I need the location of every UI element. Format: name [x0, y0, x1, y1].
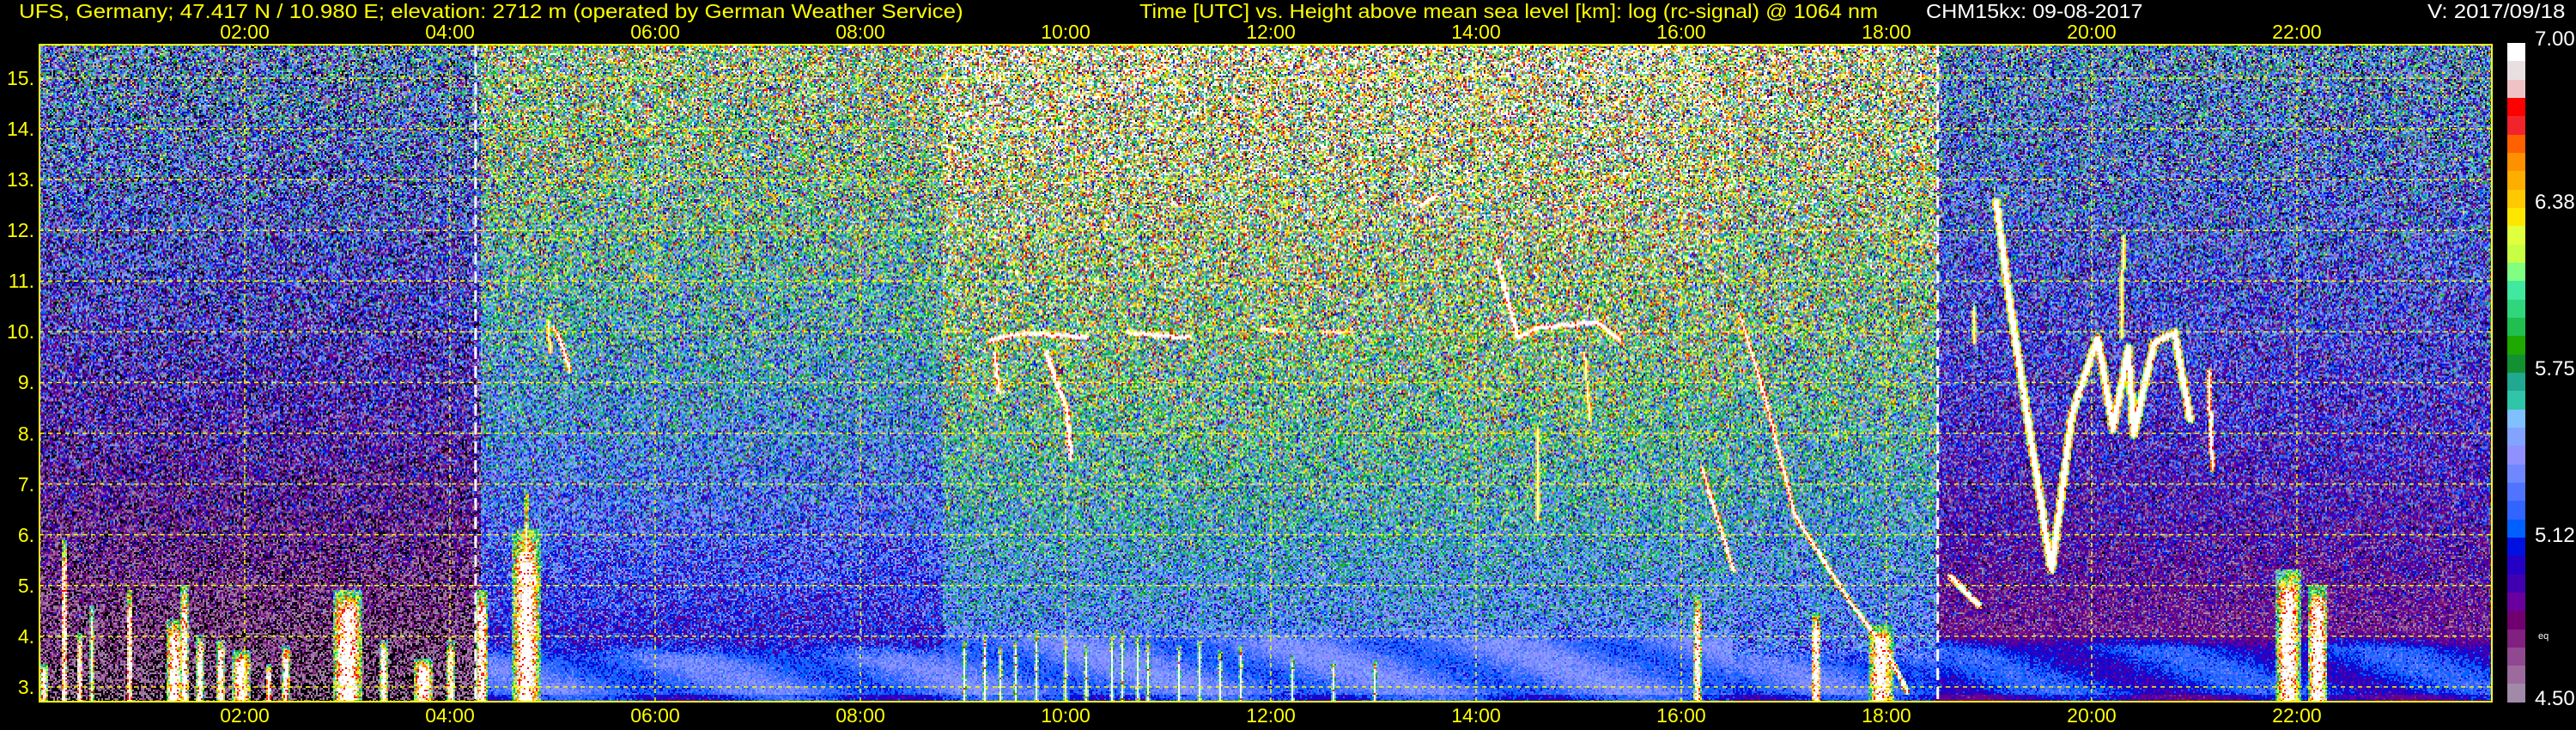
x-tick-label-top: 20:00 [2067, 21, 2117, 43]
colorbar-note: eq [2538, 631, 2549, 642]
colorbar-swatch [2507, 317, 2525, 337]
colorbar-tick-label: 5.12 [2535, 523, 2575, 547]
colorbar-swatch [2507, 446, 2525, 465]
colorbar-swatch [2507, 427, 2525, 447]
x-tick-label: 14:00 [1451, 704, 1501, 727]
x-tick-label: 16:00 [1656, 704, 1706, 727]
colorbar-swatch [2507, 171, 2525, 190]
colorbar-swatch [2507, 299, 2525, 318]
y-tick-label: 5. [17, 574, 34, 597]
version-label: V: 2017/09/18 [2427, 0, 2566, 22]
x-tick-label: 04:00 [425, 704, 475, 727]
colorbar-swatch [2507, 61, 2525, 80]
instrument-date: CHM15kx: 09-08-2017 [1926, 0, 2143, 22]
colorbar-tick-label: 7.00 [2535, 27, 2575, 51]
x-tick-label: 22:00 [2272, 704, 2322, 727]
x-tick-label: 06:00 [630, 704, 680, 727]
x-tick-label-top: 12:00 [1246, 21, 1296, 43]
colorbar [2507, 43, 2525, 703]
x-tick-label-top: 06:00 [630, 21, 680, 43]
colorbar-swatch [2507, 391, 2525, 410]
x-tick-label-top: 04:00 [425, 21, 475, 43]
colorbar-swatch [2507, 684, 2525, 703]
colorbar-swatch [2507, 482, 2525, 502]
x-tick-label-top: 10:00 [1041, 21, 1091, 43]
x-tick-label-top: 14:00 [1451, 21, 1501, 43]
y-tick-label: 6. [17, 523, 34, 546]
colorbar-swatch [2507, 647, 2525, 666]
colorbar-swatch [2507, 189, 2525, 208]
colorbar-swatch [2507, 116, 2525, 135]
colorbar-swatch [2507, 592, 2525, 611]
colorbar-swatch [2507, 464, 2525, 483]
colorbar-swatch [2507, 519, 2525, 538]
colorbar-swatch [2507, 666, 2525, 684]
y-tick-label: 9. [17, 371, 34, 394]
colorbar-swatch [2507, 574, 2525, 593]
colorbar-swatch [2507, 79, 2525, 98]
station-title: UFS, Germany; 47.417 N / 10.980 E; eleva… [19, 0, 963, 22]
x-tick-label: 10:00 [1041, 704, 1091, 727]
colorbar-swatch [2507, 501, 2525, 520]
colorbar-swatch [2507, 97, 2525, 117]
colorbar-tick-label: 6.38 [2535, 191, 2575, 215]
x-tick-label: 08:00 [835, 704, 885, 727]
y-tick-label: 14. [7, 118, 34, 141]
y-tick-label: 15. [7, 66, 34, 89]
colorbar-tick-label: 5.75 [2535, 357, 2575, 380]
colorbar-tick-label: 4.50 [2535, 687, 2575, 710]
x-tick-label: 18:00 [1862, 704, 1911, 727]
colorbar-swatch [2507, 207, 2525, 227]
axes-description: Time [UTC] vs. Height above mean sea lev… [1139, 0, 1879, 22]
backscatter-heatmap [39, 45, 2492, 702]
y-tick-label: 10. [7, 320, 34, 344]
colorbar-swatch [2507, 354, 2525, 373]
colorbar-swatch [2507, 556, 2525, 575]
colorbar-swatch [2507, 611, 2525, 630]
colorbar-swatch [2507, 152, 2525, 172]
colorbar-swatch [2507, 372, 2525, 392]
x-tick-label-top: 08:00 [835, 21, 885, 43]
y-tick-label: 4. [17, 624, 34, 648]
x-tick-label: 02:00 [220, 704, 270, 727]
y-tick-label: 8. [17, 422, 34, 445]
x-tick-label-top: 22:00 [2272, 21, 2322, 43]
colorbar-swatch [2507, 336, 2525, 355]
y-tick-label: 13. [7, 168, 34, 192]
colorbar-swatch [2507, 537, 2525, 557]
colorbar-swatch [2507, 629, 2525, 648]
y-tick-label: 12. [7, 219, 34, 242]
colorbar-swatch [2507, 244, 2525, 263]
colorbar-swatch [2507, 226, 2525, 245]
y-tick-label: 3. [17, 675, 34, 698]
x-tick-label-top: 16:00 [1656, 21, 1706, 43]
x-tick-label-top: 02:00 [220, 21, 270, 43]
x-tick-label: 20:00 [2067, 704, 2117, 727]
colorbar-swatch [2507, 262, 2525, 282]
x-tick-label: 12:00 [1246, 704, 1296, 727]
y-tick-label: 7. [17, 472, 34, 496]
y-tick-label: 11. [8, 270, 34, 293]
colorbar-swatch [2507, 281, 2525, 300]
x-tick-label-top: 18:00 [1862, 21, 1911, 43]
colorbar-swatch [2507, 134, 2525, 153]
colorbar-swatch [2507, 43, 2525, 62]
colorbar-swatch [2507, 409, 2525, 428]
